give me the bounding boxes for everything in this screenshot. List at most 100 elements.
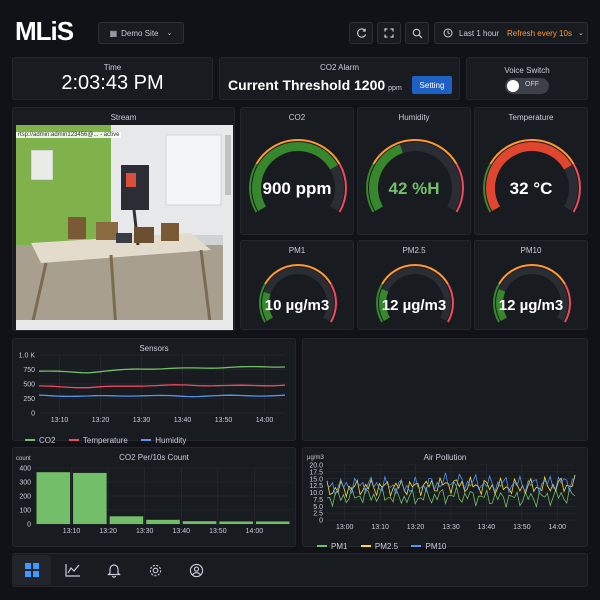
y-tick-label: 250 <box>23 396 35 403</box>
time-range-label: Last 1 hour <box>459 28 500 38</box>
x-tick-label: 13:10 <box>51 417 69 424</box>
gauge-arc <box>376 264 454 323</box>
y-tick-label: 15.0 <box>309 476 323 483</box>
x-tick-label: 13:30 <box>133 417 151 424</box>
logo: MLiS <box>15 16 74 46</box>
gauge-panel-1: Humidity 42 %H <box>357 107 471 235</box>
gauge-panel-2: Temperature 32 °C <box>474 107 588 235</box>
x-tick-label: 14:00 <box>549 524 567 531</box>
gauge-arc <box>366 139 464 213</box>
x-tick-label: 13:50 <box>215 417 233 424</box>
co2-count-panel: CO2 Per/10s Count count 0 100 200 300 400 13:… <box>12 447 296 547</box>
setting-button[interactable]: Setting <box>412 76 452 94</box>
gauge-value: 12 µg/m3 <box>381 297 447 314</box>
bar <box>36 472 71 524</box>
gauge-panel-3: PM1 10 µg/m3 <box>240 240 354 330</box>
x-tick-label: 13:30 <box>442 524 460 531</box>
legend-pm10[interactable]: PM10 <box>411 542 446 551</box>
bar <box>146 519 180 524</box>
x-tick-label: 14:00 <box>246 528 264 535</box>
bell-icon <box>107 563 121 578</box>
bar <box>109 516 144 524</box>
y-tick-label: 200 <box>19 494 31 501</box>
nav-alerts[interactable] <box>95 555 133 585</box>
nav-settings[interactable] <box>136 555 174 585</box>
gauge-value: 12 µg/m3 <box>498 297 564 314</box>
alarm-threshold-row: Current Threshold 1200 ppm <box>228 77 402 93</box>
legend-humidity-label: Humidity <box>155 435 187 445</box>
fullscreen-button[interactable] <box>377 22 401 44</box>
legend-co2[interactable]: CO2 <box>25 436 55 445</box>
y-tick-label: 0 <box>27 522 31 529</box>
gauge-arc <box>493 264 571 323</box>
user-icon <box>189 563 203 577</box>
x-tick-label: 13:30 <box>136 528 154 535</box>
chevron-down-icon: ⌄ <box>577 30 584 37</box>
y-tick-label: 300 <box>19 480 31 487</box>
legend-temperature[interactable]: Temperature <box>68 436 128 445</box>
y-tick-label: 0 <box>31 411 35 418</box>
bar <box>73 472 107 524</box>
gauge-fill <box>252 142 338 211</box>
nav-charts[interactable] <box>54 555 92 585</box>
time-panel: Time 2:03:43 PM <box>12 57 213 100</box>
x-tick-label: 13:50 <box>513 524 531 531</box>
y-tick-label: 5.0 <box>313 504 323 511</box>
legend-humidity[interactable]: Humidity <box>141 436 186 445</box>
nav-dashboard[interactable] <box>13 555 51 585</box>
gauge-panel-5: PM10 12 µg/m3 <box>474 240 588 330</box>
x-tick-label: 14:00 <box>256 417 274 424</box>
y-tick-label: 400 <box>19 466 31 473</box>
search-button[interactable] <box>405 22 429 44</box>
x-tick-label: 13:10 <box>63 528 81 535</box>
stream-frame-image <box>16 125 233 330</box>
gauge-panel-4: PM2.5 12 µg/m3 <box>357 240 471 330</box>
air-legend: PM1 PM2.5 PM10 <box>317 534 455 552</box>
grid-small-icon: ▦ <box>109 28 118 38</box>
gauge-value: 42 %H <box>388 179 440 198</box>
x-tick-label: 13:40 <box>173 528 191 535</box>
air-pollution-chart: 02.55.07.510.012.515.017.520.0 13:00 13:10… <box>309 463 576 531</box>
alarm-threshold-label: Current Threshold 1200 <box>228 77 386 93</box>
bar <box>255 521 290 524</box>
legend-co2-label: CO2 <box>39 435 56 445</box>
refresh-button[interactable] <box>349 22 373 44</box>
search-icon <box>412 28 422 38</box>
site-selector[interactable]: ▦ Demo Site ⌄ <box>98 22 184 44</box>
y-tick-label: 17.5 <box>309 469 323 476</box>
x-tick-label: 13:40 <box>174 417 192 424</box>
series-line-temperature <box>38 384 286 389</box>
x-tick-label: 13:20 <box>99 528 117 535</box>
legend-pm25-label: PM2.5 <box>374 541 399 551</box>
time-range-picker[interactable]: Last 1 hour Refresh every 10s ⌄ <box>434 22 588 44</box>
clock-icon <box>443 28 453 38</box>
empty-panel <box>302 338 588 441</box>
y-tick-label: 1.0 K <box>19 353 36 360</box>
x-tick-label: 13:20 <box>92 417 110 424</box>
legend-pm25[interactable]: PM2.5 <box>360 541 399 551</box>
legend-pm1[interactable]: PM1 <box>317 542 347 551</box>
stream-video[interactable]: rtsp://admin:admin123456@... - active <box>16 125 233 330</box>
site-selector-label: Demo Site <box>121 28 159 38</box>
y-tick-label: 100 <box>19 508 31 515</box>
clock-value: 2:03:43 PM <box>61 72 164 94</box>
time-panel-title: Time <box>103 63 122 72</box>
chevron-down-icon: ⌄ <box>166 30 173 37</box>
gauge-value: 32 °C <box>509 179 553 198</box>
nav-profile[interactable] <box>177 555 215 585</box>
gauge-panel-0: CO2 900 ppm <box>240 107 354 235</box>
chart-icon <box>65 564 80 577</box>
y-tick-label: 2.5 <box>313 511 323 518</box>
stream-panel-title: Stream <box>110 113 137 122</box>
sensors-panel: Sensors 0 250 500 750 1.0 K 13:10 13:20 13:30 13… <box>12 338 296 445</box>
alarm-threshold-unit: ppm <box>388 85 402 92</box>
stream-url: rtsp://admin:admin123456@... - active <box>16 132 122 138</box>
toggle-label: OFF <box>525 81 539 88</box>
sensors-chart: 0 250 500 750 1.0 K 13:10 13:20 13:30 13:40 13:50… <box>19 353 286 424</box>
gauge-arc <box>259 264 337 323</box>
gauge-fill <box>486 142 572 211</box>
co2-alarm-panel: CO2 Alarm Current Threshold 1200 ppm Set… <box>219 57 460 100</box>
gauge-arc <box>483 139 581 213</box>
y-tick-label: 7.5 <box>313 497 323 504</box>
voice-toggle[interactable]: OFF <box>505 78 549 94</box>
